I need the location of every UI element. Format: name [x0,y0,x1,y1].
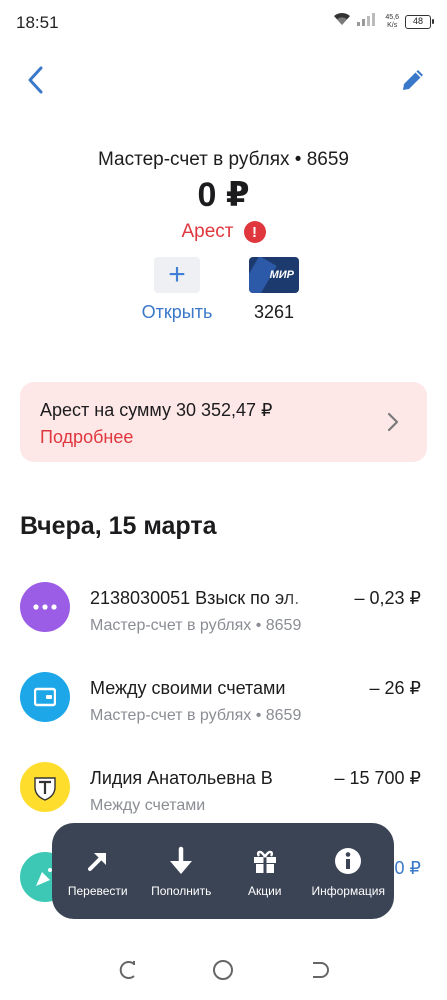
wallet-icon [20,672,70,722]
warning-icon: ! [243,221,266,243]
arrow-down-icon [141,844,221,878]
wifi-icon [333,12,351,31]
transfer-button[interactable]: Перевести [58,844,138,898]
card-item[interactable]: МИР 3261 [246,257,302,323]
net-speed-unit: K/s [387,21,398,29]
system-nav-bar [0,944,447,1000]
battery-icon: 48 [405,14,434,29]
back-nav-button[interactable] [308,959,330,986]
account-title: Мастер-счет в рублях • 8659 [98,149,349,170]
bank-logo-icon [20,762,70,812]
pencil-icon [403,70,423,90]
transaction-amount: 0 ₽ [394,858,421,878]
recent-apps-icon [119,960,135,979]
recent-apps-button[interactable] [117,959,139,986]
edit-button[interactable] [395,62,431,98]
transaction-amount: – 15 700 ₽ [334,768,421,788]
promotions-label: Акции [247,884,282,898]
info-icon [308,844,388,878]
card-image: МИР [249,257,299,293]
status-time: 18:51 [16,13,59,32]
arrest-banner[interactable]: Арест на сумму 30 352,47 ₽ Подробнее [20,382,427,462]
status-icons: 45,6 K/s 48 [333,12,434,31]
arrest-details-link[interactable]: Подробнее [40,427,133,448]
section-title: Вчера, 15 марта [20,512,217,540]
list-item[interactable]: 2138030051 Взыск по эл. Мастер-счет в ру… [0,582,447,662]
net-speed-value: 45,6 [385,13,399,21]
transaction-title: Между своими счетами [90,678,286,698]
transaction-amount: – 0,23 ₽ [354,588,422,608]
signal-icon [357,12,379,31]
card-number: 3261 [253,302,295,322]
info-label: Информация [311,884,385,898]
back-button[interactable] [18,62,54,98]
transaction-title: Лидия Анатольевна В [90,768,273,788]
back-nav-icon [313,961,330,978]
transaction-subtitle: Между счетами [90,797,206,814]
net-speed: 45,6 K/s [385,14,399,30]
status-bar: 18:51 45,6 K/s 48 [0,0,447,44]
arrest-amount-text: Арест на сумму 30 352,47 ₽ [40,400,273,420]
open-card-label: Открыть [141,302,213,322]
transaction-subtitle: Мастер-счет в рублях • 8659 [90,617,302,634]
info-button[interactable]: Информация [308,844,388,898]
promotions-button[interactable]: Акции [225,844,305,898]
battery-level: 48 [412,15,423,26]
chevron-right-icon [387,412,399,432]
open-card-button[interactable]: + Открыть [136,257,218,323]
transfer-label: Перевести [67,884,128,898]
more-dots-icon [20,582,70,632]
transaction-amount: – 26 ₽ [369,678,422,698]
account-balance: 0 ₽ [197,176,250,214]
transaction-title: 2138030051 Взыск по эл. [90,588,300,608]
transaction-subtitle: Мастер-счет в рублях • 8659 [90,707,302,724]
list-item[interactable]: Между своими счетами Мастер-счет в рубля… [0,672,447,752]
topup-label: Пополнить [151,884,212,898]
home-button[interactable] [212,959,234,986]
chevron-left-icon [28,66,43,94]
arrow-up-right-icon [58,844,138,878]
card-brand: МИР [269,269,294,281]
account-status-text: Арест [181,221,234,242]
gift-icon [225,844,305,878]
home-circle-icon [213,959,234,980]
account-status[interactable]: Арест ! [0,221,447,243]
action-bar: Перевести Пополнить Акции Информация [52,823,394,919]
topup-button[interactable]: Пополнить [141,844,221,898]
plus-icon: + [154,257,200,293]
